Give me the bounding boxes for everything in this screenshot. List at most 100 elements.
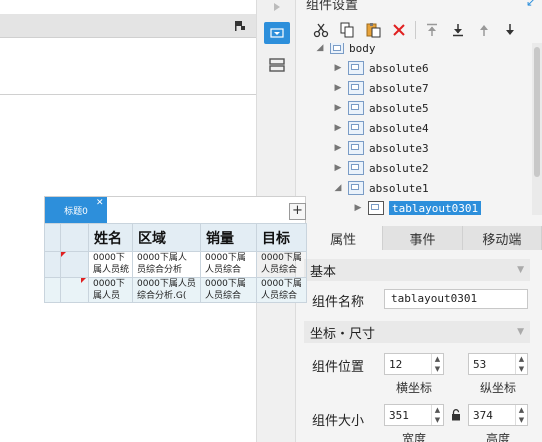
name-label: 组件名称: [312, 295, 365, 310]
down-arrow-icon[interactable]: ▼: [432, 415, 443, 425]
tree-node-absolute7[interactable]: ▶ absolute7: [296, 78, 532, 98]
collapse-toggle-icon[interactable]: ◢: [314, 43, 326, 53]
tree-label: absolute5: [369, 101, 429, 115]
row-header: [60, 276, 89, 304]
down-arrow-icon[interactable]: ▼: [516, 364, 527, 374]
expand-toggle-icon[interactable]: ▶: [332, 123, 344, 133]
chevron-down-icon: ▼: [517, 327, 524, 337]
table-row: 0000下 属人员 0000下属人员 综合分析.G( 0000下属 人员综合 0…: [44, 276, 307, 304]
close-icon[interactable]: ✕: [96, 198, 104, 208]
up-arrow-icon[interactable]: ▲: [516, 405, 527, 415]
report-table: 姓名 区域 销量 目标 0000下 属人员统 0000下属人 员综合分析 000…: [44, 222, 307, 304]
absolute-layout-icon: [348, 181, 364, 195]
tree-scrollbar[interactable]: [532, 43, 542, 215]
layout-icon[interactable]: [264, 54, 290, 76]
component-tree: ◢ body ▶ absolute6 ▶ absolute7 ▶ absolut…: [296, 43, 532, 215]
tab-properties[interactable]: 属性: [304, 226, 384, 250]
play-icon[interactable]: [264, 0, 290, 18]
up-arrow-icon[interactable]: ▲: [516, 354, 527, 364]
row-header: [44, 251, 61, 278]
component-settings-button[interactable]: [264, 22, 290, 44]
y-caption: 纵坐标: [480, 381, 517, 395]
down-arrow-icon[interactable]: ▼: [516, 415, 527, 425]
move-up-icon[interactable]: [471, 18, 497, 42]
scissors-icon[interactable]: [308, 18, 334, 42]
tree-label: body: [349, 43, 376, 55]
table-cell[interactable]: 0000下属 人员综合: [256, 276, 307, 304]
stepper-arrows[interactable]: ▲ ▼: [431, 354, 443, 374]
up-arrow-icon[interactable]: ▲: [432, 405, 443, 415]
y-coordinate-stepper[interactable]: 53 ▲ ▼: [468, 353, 528, 375]
property-tabs: 属性 事件 移动端: [304, 226, 542, 250]
table-cell[interactable]: 0000下属人 员综合分析: [132, 251, 201, 278]
component-name-input[interactable]: tablayout0301: [384, 289, 528, 309]
table-cell[interactable]: 0000下属 人员综合: [200, 251, 257, 278]
sheet-tab-bar: 标题0 ✕ +: [44, 196, 306, 224]
paste-icon[interactable]: [360, 18, 386, 42]
expand-toggle-icon[interactable]: ▶: [332, 143, 344, 153]
add-tab-button[interactable]: +: [289, 203, 306, 220]
expand-toggle-icon[interactable]: ▶: [332, 63, 344, 73]
table-cell[interactable]: 0000下 属人员: [88, 276, 133, 304]
tree-node-body[interactable]: ◢ body: [296, 43, 532, 58]
height-stepper[interactable]: 374 ▲ ▼: [468, 404, 528, 426]
column-header[interactable]: 区域: [132, 222, 201, 253]
comment-marker: [81, 278, 86, 283]
move-bottom-icon[interactable]: [445, 18, 471, 42]
absolute-layout-icon: [348, 141, 364, 155]
stepper-arrows[interactable]: ▲ ▼: [515, 405, 527, 425]
sheet-tab-label: 标题0: [64, 207, 88, 217]
height-caption: 高度: [486, 432, 511, 442]
section-basic[interactable]: 基本 ▼: [304, 259, 530, 281]
tree-node-absolute1[interactable]: ◢ absolute1: [296, 178, 532, 198]
collapse-arrow-icon[interactable]: ↙: [526, 0, 536, 9]
table-cell[interactable]: 0000下属 人员综合: [200, 276, 257, 304]
copy-icon[interactable]: [334, 18, 360, 42]
comment-marker: [61, 252, 66, 258]
tree-node-absolute3[interactable]: ▶ absolute3: [296, 138, 532, 158]
expand-toggle-icon[interactable]: ▶: [332, 163, 344, 173]
panel-title: 组件设置: [306, 0, 359, 13]
expand-toggle-icon[interactable]: ▶: [332, 83, 344, 93]
down-arrow-icon[interactable]: ▼: [432, 364, 443, 374]
stepper-arrows[interactable]: ▲ ▼: [515, 354, 527, 374]
tab-events[interactable]: 事件: [383, 226, 463, 250]
move-down-icon[interactable]: [497, 18, 523, 42]
tree-node-absolute6[interactable]: ▶ absolute6: [296, 58, 532, 78]
tree-node-tablayout0301[interactable]: ▶ tablayout0301: [296, 198, 532, 215]
scrollbar-thumb[interactable]: [534, 47, 540, 177]
body-icon: [330, 43, 344, 54]
tree-label-selected: tablayout0301: [389, 200, 482, 215]
table-cell[interactable]: 0000下属人员 综合分析.G(: [132, 276, 201, 304]
x-coordinate-stepper[interactable]: 12 ▲ ▼: [384, 353, 444, 375]
up-arrow-icon[interactable]: ▲: [432, 354, 443, 364]
tree-label: absolute6: [369, 61, 429, 75]
tree-node-absolute5[interactable]: ▶ absolute5: [296, 98, 532, 118]
row-header: [60, 251, 89, 278]
stepper-arrows[interactable]: ▲ ▼: [431, 405, 443, 425]
flag-icon[interactable]: [234, 20, 246, 32]
expand-toggle-icon[interactable]: ▶: [332, 103, 344, 113]
delete-icon[interactable]: [386, 18, 412, 42]
tree-node-absolute4[interactable]: ▶ absolute4: [296, 118, 532, 138]
table-cell[interactable]: 0000下属 人员综合: [256, 251, 307, 278]
row-header: [44, 276, 61, 304]
column-header[interactable]: 姓名: [88, 222, 133, 253]
table-cell[interactable]: 0000下 属人员统: [88, 251, 133, 278]
y-value: 53: [473, 357, 487, 371]
tree-node-absolute2[interactable]: ▶ absolute2: [296, 158, 532, 178]
height-value: 374: [473, 408, 493, 422]
tab-layout-widget[interactable]: 标题0 ✕ + 姓名 区域 销量 目标 0000下 属人员统 0000下属人 员…: [44, 196, 307, 306]
lock-icon[interactable]: [451, 409, 461, 421]
tab-mobile[interactable]: 移动端: [462, 226, 542, 250]
width-stepper[interactable]: 351 ▲ ▼: [384, 404, 444, 426]
expand-toggle-icon[interactable]: ▶: [352, 203, 364, 213]
chevron-down-icon: ▼: [517, 265, 524, 275]
column-header[interactable]: 销量: [200, 222, 257, 253]
section-coords[interactable]: 坐标・尺寸 ▼: [304, 321, 530, 343]
collapse-toggle-icon[interactable]: ◢: [332, 183, 344, 193]
move-top-icon[interactable]: [419, 18, 445, 42]
column-header[interactable]: 目标: [256, 222, 307, 253]
absolute-layout-icon: [348, 161, 364, 175]
table-header-row: 姓名 区域 销量 目标: [44, 222, 307, 253]
